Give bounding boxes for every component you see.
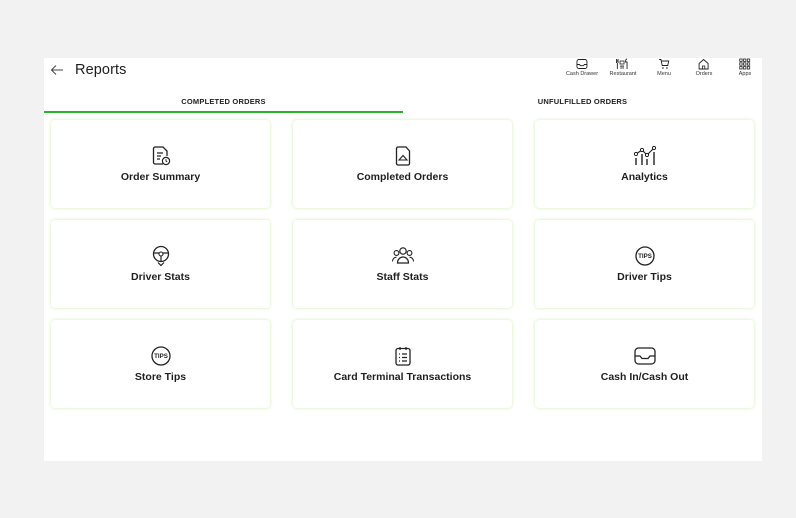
card-label: Driver Tips: [617, 271, 672, 283]
card-cash-in-cash-out[interactable]: Cash In/Cash Out: [535, 320, 754, 408]
svg-text:TIPS: TIPS: [638, 253, 652, 260]
arrow-left-icon[interactable]: [50, 63, 64, 77]
tab-unfulfilled-orders[interactable]: UNFULFILLED ORDERS: [403, 92, 762, 111]
restaurant-icon: [616, 58, 628, 69]
nav-restaurant[interactable]: Restaurant: [609, 58, 637, 77]
order-summary-icon: [152, 146, 170, 166]
apps-grid-icon: [739, 58, 751, 70]
home-icon: [699, 58, 709, 70]
card-store-tips[interactable]: TIPS Store Tips: [51, 320, 270, 408]
nav-label: Orders: [695, 71, 713, 77]
card-label: Analytics: [621, 171, 668, 183]
card-driver-tips[interactable]: TIPS Driver Tips: [535, 220, 754, 308]
cart-icon: [658, 59, 670, 69]
card-staff-stats[interactable]: Staff Stats: [293, 220, 512, 308]
analytics-icon: [633, 145, 656, 165]
page-title: Reports: [75, 62, 127, 78]
tips-icon: TIPS: [634, 246, 655, 266]
completed-orders-icon: [395, 146, 410, 166]
tab-completed-orders[interactable]: COMPLETED ORDERS: [44, 92, 403, 113]
card-driver-stats[interactable]: Driver Stats: [51, 220, 270, 308]
nav-label: Menu: [657, 71, 671, 77]
card-label: Card Terminal Transactions: [333, 371, 472, 383]
clipboard-list-icon: [394, 347, 411, 366]
card-label: Driver Stats: [131, 271, 190, 283]
card-label: Staff Stats: [376, 271, 429, 283]
reports-page: Reports Cash Drawer Restaurant Menu Orde…: [44, 58, 762, 461]
nav-cash-drawer[interactable]: Cash Drawer: [566, 58, 598, 77]
cash-drawer-icon: [633, 347, 656, 365]
card-analytics[interactable]: Analytics: [535, 120, 754, 208]
card-label: Completed Orders: [356, 171, 449, 183]
card-order-summary[interactable]: Order Summary: [51, 120, 270, 208]
nav-label: Cash Drawer: [565, 71, 599, 77]
nav-menu[interactable]: Menu: [657, 58, 671, 77]
card-label: Order Summary: [120, 171, 201, 183]
steering-wheel-icon: [152, 245, 169, 267]
card-card-terminal-transactions[interactable]: Card Terminal Transactions: [293, 320, 512, 408]
report-tabs: COMPLETED ORDERS UNFULFILLED ORDERS: [44, 92, 762, 113]
card-label: Cash In/Cash Out: [600, 371, 689, 383]
card-completed-orders[interactable]: Completed Orders: [293, 120, 512, 208]
nav-apps[interactable]: Apps: [738, 58, 752, 77]
nav-label: Restaurant: [609, 71, 637, 77]
nav-label: Apps: [738, 71, 752, 77]
tips-icon: TIPS: [150, 346, 171, 366]
cash-drawer-icon: [576, 59, 588, 69]
svg-text:TIPS: TIPS: [154, 353, 168, 360]
staff-icon: [391, 247, 414, 264]
nav-orders[interactable]: Orders: [695, 58, 713, 77]
card-label: Store Tips: [134, 371, 187, 383]
header-bar: Reports Cash Drawer Restaurant Menu Orde…: [44, 58, 762, 90]
